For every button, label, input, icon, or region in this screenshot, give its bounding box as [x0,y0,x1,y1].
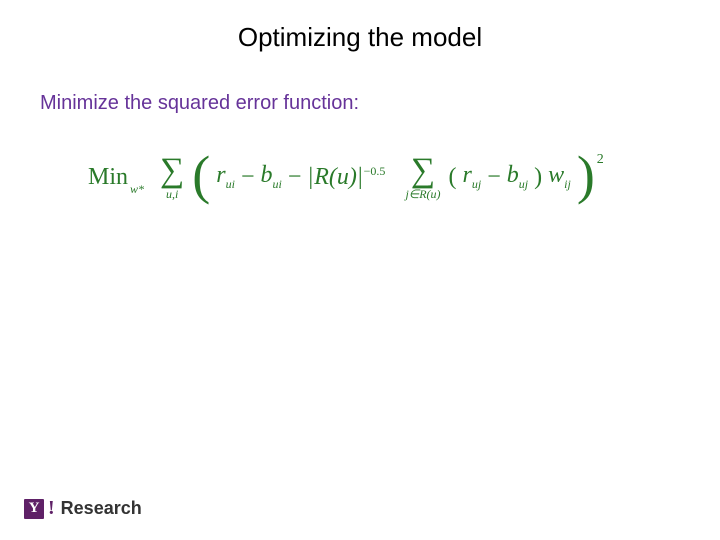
paren-open: ( [192,148,210,202]
paren-close: ) [577,148,595,202]
abs-Ru: |R(u)|−0.5 [307,164,385,191]
term-w-ij: wij [548,162,571,192]
min-operator: Minw* [88,164,128,191]
formula: Minw* ∑ u,i ( rui − bui − |R(u)|−0.5 ∑ j… [88,150,604,204]
term-b-ui: bui [260,162,281,192]
outer-exponent: 2 [597,152,604,167]
term-b-uj: buj [507,162,528,192]
footer-logo: Y ! Research [24,497,142,520]
minus-2: − [288,164,302,191]
minus-1: − [241,164,255,191]
slide-title: Optimizing the model [0,22,720,53]
footer-label: Research [61,498,142,519]
yahoo-bang-icon: ! [48,497,55,520]
term-r-ui: rui [216,162,235,192]
inner-paren-open: ( [449,164,457,191]
inner-paren-close: ) [534,164,542,191]
minus-3: − [487,164,501,191]
sum-inner: ∑ j∈R(u) [405,154,440,200]
sum-outer: ∑ u,i [160,154,184,200]
slide-subtitle: Minimize the squared error function: [40,92,359,115]
term-r-uj: ruj [463,162,482,192]
yahoo-y-icon: Y [24,499,44,519]
